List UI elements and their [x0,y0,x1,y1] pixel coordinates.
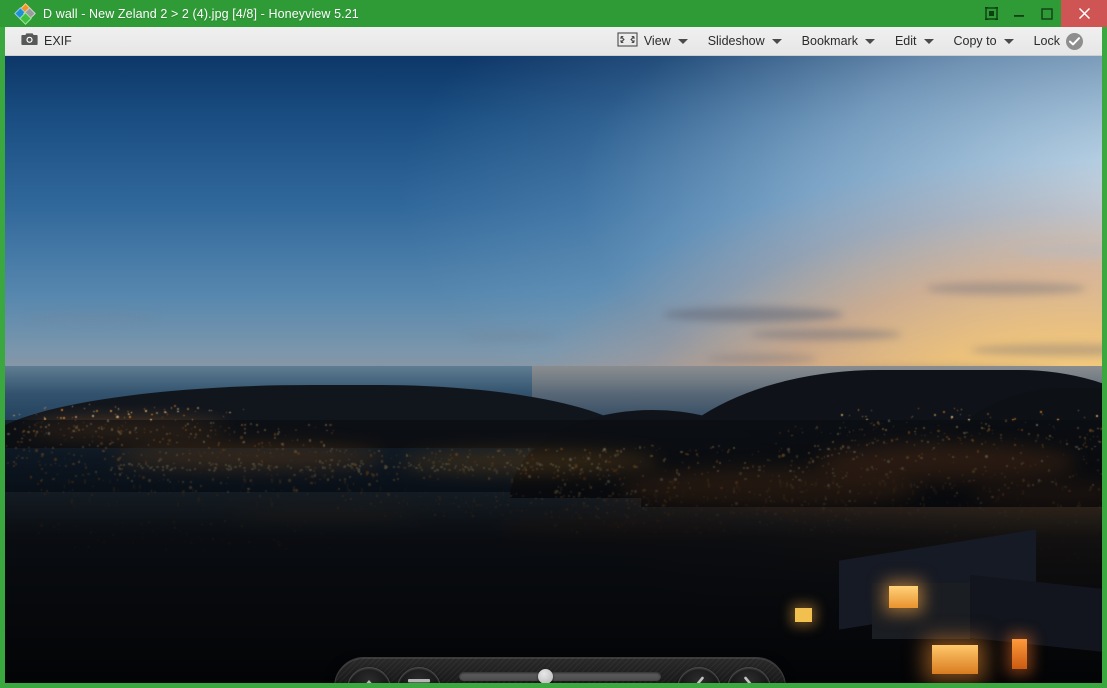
zoom-slider[interactable] [459,669,661,683]
honeyview-logo-icon [14,2,36,25]
lock-toggle-label: Lock [1033,34,1060,48]
chevron-down-icon [771,38,782,44]
menu-edit[interactable]: Edit [886,27,943,55]
menu-copy-to-label: Copy to [953,34,997,48]
fit-screen-icon [617,32,638,50]
maximize-button[interactable] [1033,0,1061,27]
window-title: D wall - New Zeland 2 > 2 (4).jpg [4/8] … [43,6,359,21]
zoom-slider-thumb[interactable] [537,669,553,683]
menu-bookmark[interactable]: Bookmark [793,27,884,55]
title-bar: D wall - New Zeland 2 > 2 (4).jpg [4/8] … [0,0,1107,27]
chevron-left-icon [691,676,707,683]
close-button[interactable] [1061,0,1107,27]
photo-lit-window-4 [794,607,813,622]
photo-house-wall [871,582,971,640]
restore-down-icon[interactable] [977,0,1005,27]
menu-bookmark-label: Bookmark [801,34,858,48]
floating-control-bar: Lock [334,657,786,683]
menu-view[interactable]: View [608,27,697,55]
menu-view-label: View [643,34,671,48]
photo-lit-window-3 [1012,639,1028,670]
chevron-right-icon [741,676,757,683]
chevron-down-icon [864,38,875,44]
eject-icon [358,678,380,683]
toolbar-menu-group: View Slideshow Bookmark Edit Copy to Loc… [608,27,1102,55]
zoom-slider-track[interactable] [459,672,661,681]
previous-image-button[interactable] [677,667,721,683]
menu-button[interactable] [397,667,441,683]
next-image-button[interactable] [727,667,771,683]
exif-button[interactable]: EXIF [5,27,82,55]
menu-slideshow-label: Slideshow [707,34,765,48]
hamburger-menu-icon [407,678,431,684]
chevron-down-icon [677,38,688,44]
minimize-button[interactable] [1005,0,1033,27]
menu-slideshow[interactable]: Slideshow [699,27,791,55]
window-controls [977,0,1107,27]
chevron-down-icon [923,38,934,44]
menu-edit-label: Edit [894,34,917,48]
exif-label: EXIF [44,34,72,48]
photo-lit-window-1 [889,585,918,609]
main-toolbar: EXIF View Slideshow Bookmark Edit Copy t… [5,27,1102,56]
lock-toggle[interactable]: Lock [1025,27,1092,55]
camera-icon [21,32,38,51]
photo-lit-window-2 [931,645,979,675]
check-circle-icon [1066,32,1083,50]
menu-copy-to[interactable]: Copy to [945,27,1023,55]
honeyview-window: D wall - New Zeland 2 > 2 (4).jpg [4/8] … [0,0,1107,688]
image-viewer[interactable]: Lock [5,56,1102,683]
chevron-down-icon [1003,38,1014,44]
thumbnail-panel-button[interactable] [347,667,391,683]
